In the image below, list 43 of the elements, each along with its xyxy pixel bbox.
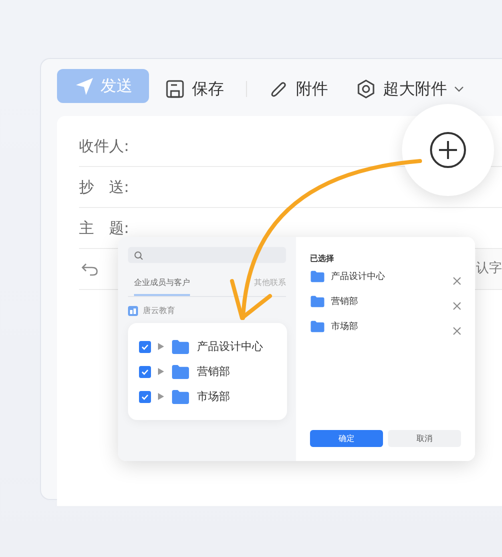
checkbox[interactable]: [139, 390, 151, 402]
expand-icon[interactable]: [158, 393, 164, 400]
send-icon: [74, 76, 94, 96]
department-name: 市场部: [197, 389, 230, 404]
expand-icon[interactable]: [158, 343, 164, 350]
department-name: 营销部: [197, 364, 230, 379]
folder-icon: [310, 295, 325, 308]
paperclip-icon: [269, 79, 289, 99]
field-label: 抄 送:: [79, 178, 130, 196]
undo-icon[interactable]: [81, 262, 99, 276]
confirm-button[interactable]: 确定: [310, 430, 383, 447]
folder-icon: [171, 364, 190, 380]
field-label: 主 题:: [79, 218, 130, 238]
folder-icon: [310, 270, 325, 283]
organization-name: 唐云教育: [143, 305, 175, 316]
font-selector[interactable]: 认字: [476, 249, 502, 289]
save-icon: [165, 79, 185, 99]
checkbox[interactable]: [139, 366, 151, 378]
department-name: 产品设计中心: [197, 339, 263, 354]
field-label: 收件人:: [79, 136, 130, 156]
search-field[interactable]: [128, 247, 286, 263]
building-icon: [128, 306, 138, 316]
tab[interactable]: 企业成员与客户: [134, 273, 190, 296]
selected-item: 市场部: [331, 320, 359, 333]
check-icon: [141, 392, 149, 400]
selected-item: 营销部: [331, 296, 359, 308]
folder-icon: [171, 338, 190, 354]
hexagon-icon: [356, 79, 376, 99]
search-icon: [134, 250, 143, 260]
caret-icon: [454, 85, 464, 93]
check-icon: [141, 368, 149, 376]
folder-icon: [310, 320, 325, 333]
save-button[interactable]: 保存: [153, 75, 236, 103]
section-title: 已选择: [310, 253, 335, 264]
cancel-button[interactable]: 取消: [388, 430, 461, 447]
check-icon: [141, 342, 149, 350]
large-button[interactable]: 超大附件: [344, 75, 476, 103]
checkbox[interactable]: [139, 340, 151, 352]
folder-icon: [171, 388, 190, 404]
plus-icon: [429, 131, 467, 169]
expand-icon[interactable]: [158, 368, 164, 375]
selected-item: 产品设计中心: [331, 270, 386, 283]
attach-button[interactable]: 附件: [257, 75, 340, 103]
